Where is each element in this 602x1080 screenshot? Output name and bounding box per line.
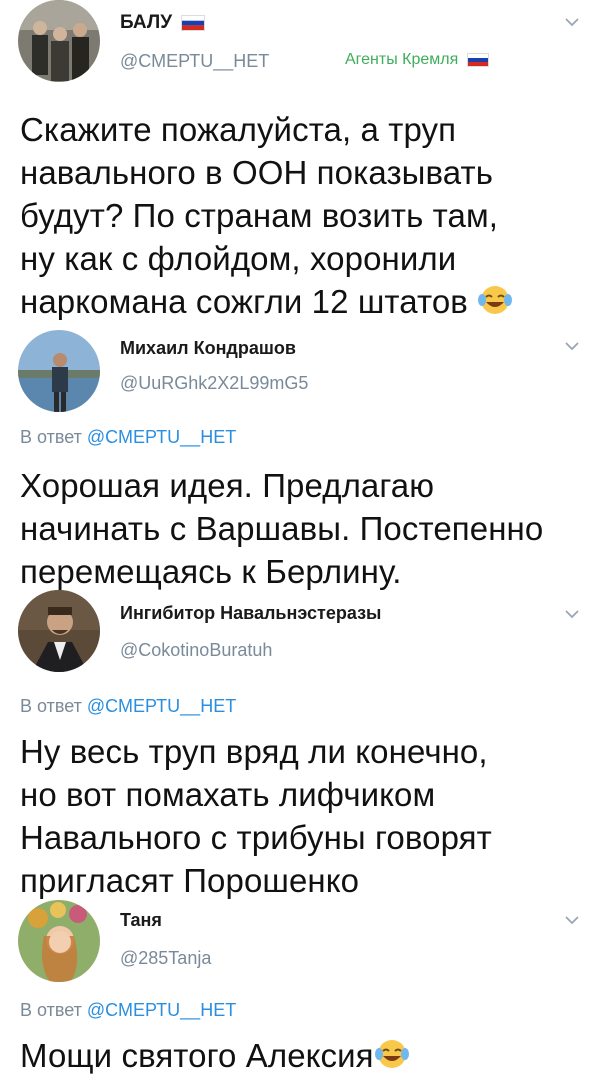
tweet-text: Скажите пожалуйста, а труп навального в … <box>20 108 578 326</box>
author-tag: Агенты Кремля <box>345 51 489 69</box>
face-with-tears-of-joy-emoji <box>374 1037 410 1080</box>
avatar[interactable] <box>18 590 100 672</box>
author-name[interactable]: Михаил Кондрашов <box>120 338 296 359</box>
reply-mention-link[interactable]: @СМЕРТU__НЕТ <box>87 696 236 716</box>
author-handle[interactable]: @СМЕРТU__НЕТ <box>120 51 269 72</box>
russian-flag-icon <box>181 14 206 31</box>
face-with-tears-of-joy-emoji <box>477 283 513 326</box>
chevron-down-icon[interactable] <box>564 606 580 622</box>
reply-context: В ответ @СМЕРТU__НЕТ <box>20 696 237 716</box>
chevron-down-icon[interactable] <box>564 14 580 30</box>
reply-mention-link[interactable]: @СМЕРТU__НЕТ <box>87 427 236 447</box>
reply-mention-link[interactable]: @СМЕРТU__НЕТ <box>87 1000 236 1020</box>
author-handle[interactable]: @CokotinoBuratuh <box>120 640 272 661</box>
avatar[interactable] <box>18 0 100 82</box>
avatar[interactable] <box>18 330 100 412</box>
reply-context: В ответ @СМЕРТU__НЕТ <box>20 427 237 447</box>
author-handle[interactable]: @285Tanja <box>120 948 211 969</box>
tweet-text: Хорошая идея. Предлагаю начинать с Варша… <box>20 467 544 590</box>
author-handle[interactable]: @UuRGhk2X2L99mG5 <box>120 373 308 394</box>
author-name[interactable]: Ингибитор Навальнэстеразы <box>120 603 381 624</box>
author-name[interactable]: БАЛУ <box>120 12 206 34</box>
tweet-text: Ну весь труп вряд ли конечно, но вот пом… <box>20 733 492 899</box>
chevron-down-icon[interactable] <box>564 338 580 354</box>
russian-flag-icon <box>466 52 489 67</box>
author-name[interactable]: Таня <box>120 910 162 931</box>
avatar[interactable] <box>18 900 100 982</box>
tweet-text: Мощи святого Алексия <box>20 1034 578 1080</box>
reply-context: В ответ @СМЕРТU__НЕТ <box>20 1000 237 1020</box>
chevron-down-icon[interactable] <box>564 912 580 928</box>
